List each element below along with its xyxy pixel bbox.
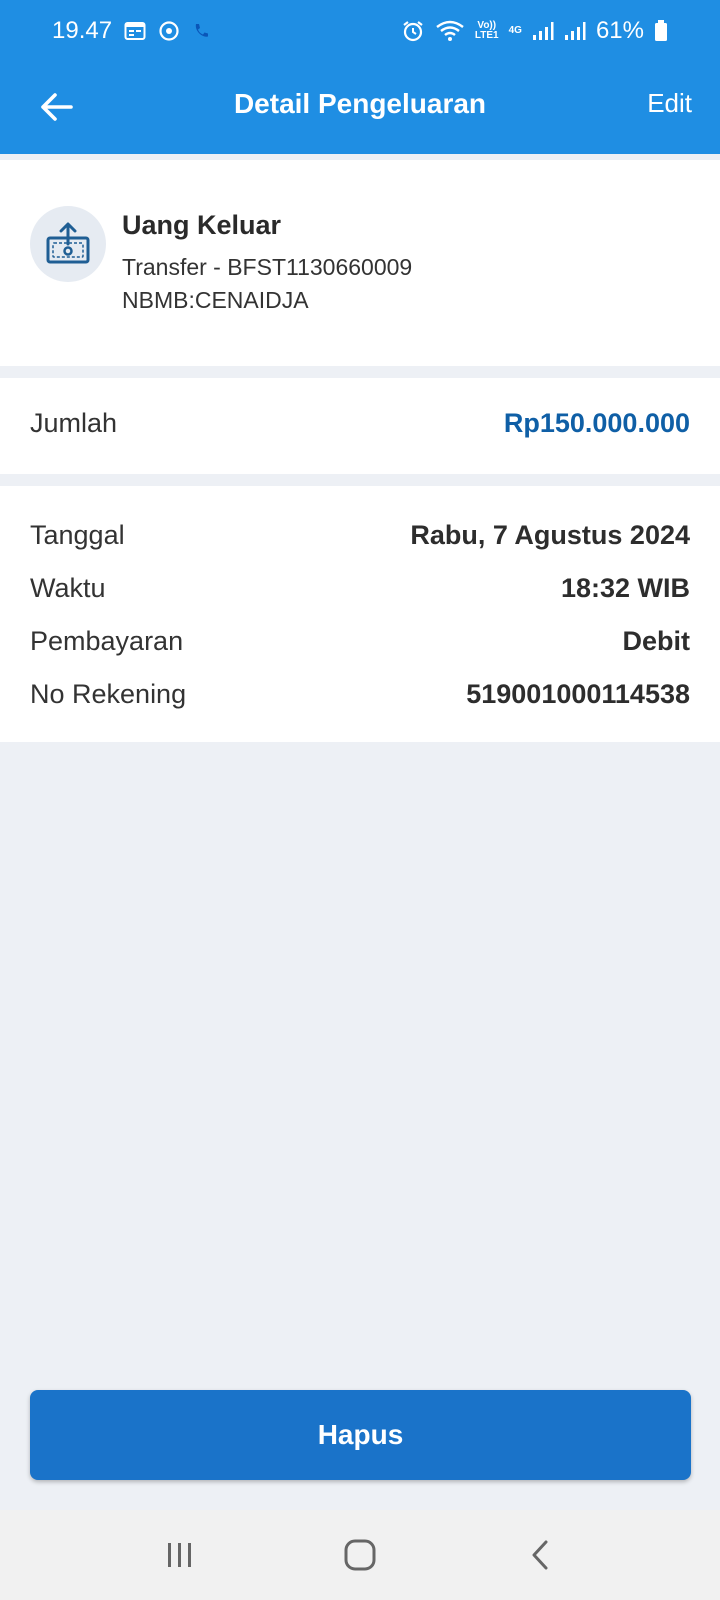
detail-label: Pembayaran [30,626,184,656]
detail-row-time: Waktu 18:32 WIB [30,573,690,604]
chevron-left-icon [532,1540,548,1570]
sync-icon [158,20,180,42]
battery-icon [654,20,668,42]
system-back-button[interactable] [510,1525,570,1585]
detail-value: Debit [622,626,691,656]
status-left: 19.47 [52,17,210,45]
amount-card: Jumlah Rp150.000.000 [0,378,720,474]
home-button[interactable] [330,1525,390,1585]
recent-apps-button[interactable] [150,1525,210,1585]
transaction-type: Uang Keluar [122,210,282,240]
signal-icon-2 [564,21,586,41]
status-bar: 19.47 Vo)) LTE1 4G 61% [0,0,720,62]
recent-apps-icon [168,1543,191,1567]
status-right: Vo)) LTE1 4G 61% [401,17,668,45]
signal-icon-1 [532,21,554,41]
detail-row-account: No Rekening 519001000114538 [30,679,690,710]
volte-line2: LTE1 [474,30,499,41]
edit-button[interactable]: Edit [647,88,692,119]
volte-indicator: Vo)) LTE1 [475,21,499,41]
money-out-icon [30,206,106,282]
detail-label: Tanggal [30,520,125,550]
page-title: Detail Pengeluaran [233,88,487,119]
detail-value: 519001000114538 [466,679,690,709]
transaction-description-line1: Transfer - BFST1130660009 [122,254,413,280]
home-icon [344,1539,376,1571]
details-card: Tanggal Rabu, 7 Agustus 2024 Waktu 18:32… [0,486,720,742]
status-time: 19.47 [52,17,113,44]
detail-label: Waktu [30,573,106,603]
detail-row-payment: Pembayaran Debit [30,626,690,657]
system-nav-bar [0,1510,720,1600]
battery-percent: 61% [595,17,644,44]
detail-label: No Rekening [30,679,187,709]
calendar-icon [124,21,146,41]
detail-value: 18:32 WIB [560,573,690,603]
detail-value: Rabu, 7 Agustus 2024 [410,520,690,550]
alarm-icon [401,19,425,43]
network-type: 4G [508,25,522,36]
amount-row: Jumlah Rp150.000.000 [30,408,690,439]
phone-call-icon [192,22,210,40]
app-root: 19.47 Vo)) LTE1 4G 61% Detail Pengeluara… [0,0,720,1600]
wifi-icon [435,20,465,42]
amount-label: Jumlah [30,408,118,438]
transaction-summary-card: Uang Keluar Transfer - BFST1130660009 NB… [0,160,720,366]
transaction-description-line2: NBMB:CENAIDJA [122,287,309,313]
amount-value: Rp150.000.000 [503,408,690,438]
detail-row-date: Tanggal Rabu, 7 Agustus 2024 [30,520,690,551]
delete-button[interactable]: Hapus [30,1390,691,1480]
app-header: Detail Pengeluaran Edit [0,62,720,154]
